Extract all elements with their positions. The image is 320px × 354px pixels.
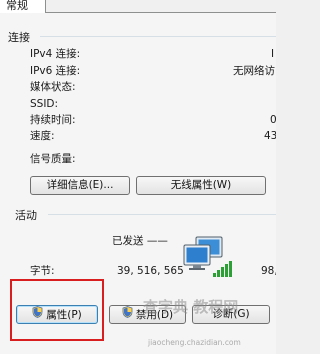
connection-status-dialog: 常规 连接 IPv4 连接: I IPv6 连接: 无网络访 媒体状态: SSI… — [0, 0, 276, 354]
bytes-sent-value: 39, 516, 565 — [117, 265, 184, 277]
wireless-properties-button[interactable]: 无线属性(W) — [136, 176, 266, 195]
highlight-box — [10, 279, 104, 341]
tab-general[interactable]: 常规 — [0, 0, 46, 13]
duration-label: 持续时间: — [30, 114, 76, 126]
uac-shield-icon — [122, 306, 133, 324]
network-activity-icon — [178, 235, 242, 282]
connection-group-line — [40, 36, 276, 37]
activity-group-title: 活动 — [15, 209, 37, 222]
ipv6-label: IPv6 连接: — [30, 65, 81, 77]
activity-group-line — [48, 214, 276, 215]
ipv4-label: IPv4 连接: — [30, 48, 81, 60]
ssid-label: SSID: — [30, 98, 59, 110]
signal-quality-label: 信号质量: — [30, 153, 76, 165]
speed-value: 43 — [264, 130, 276, 142]
bytes-label: 字节: — [30, 265, 55, 277]
ipv6-value: 无网络访 — [233, 65, 275, 77]
ipv4-value: I — [271, 48, 275, 60]
details-button[interactable]: 详细信息(E)... — [30, 176, 130, 195]
watermark-url: jiaocheng.chazidian.com — [148, 338, 241, 347]
connection-group-title: 连接 — [8, 31, 30, 44]
bytes-received-value: 98, — [261, 265, 276, 277]
duration-value: 0 — [270, 114, 276, 126]
speed-label: 速度: — [30, 130, 55, 142]
sent-label: 已发送 —— — [112, 235, 168, 247]
media-state-label: 媒体状态: — [30, 81, 76, 93]
watermark-text: 查字典 教程网 — [143, 298, 239, 316]
